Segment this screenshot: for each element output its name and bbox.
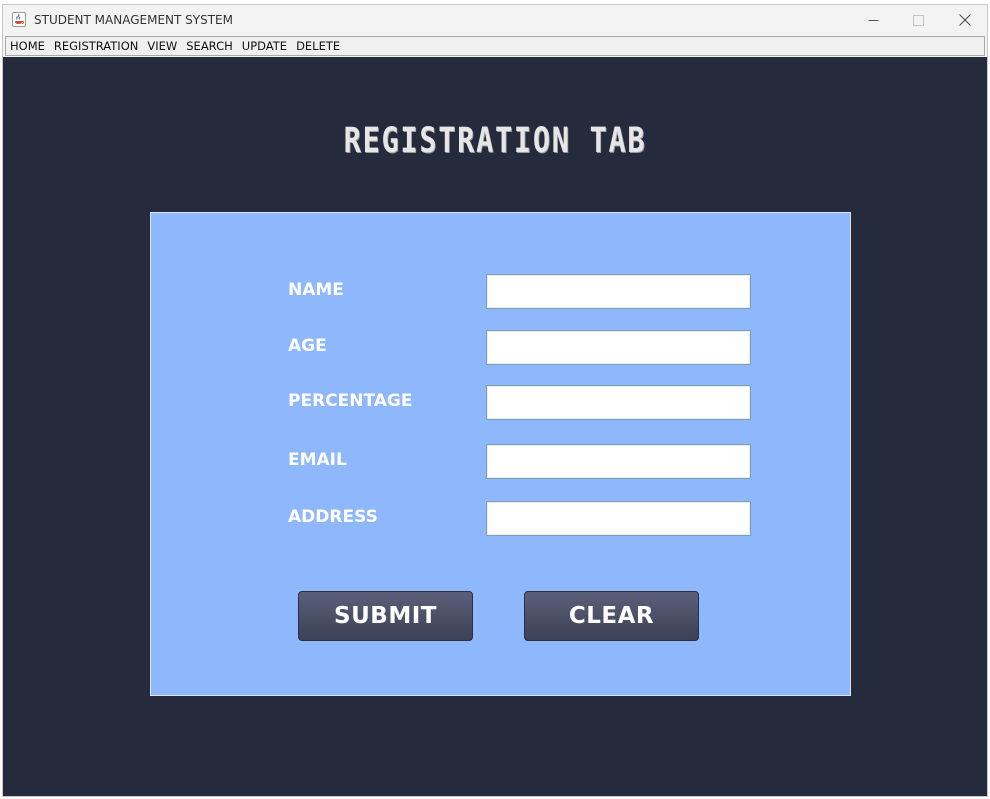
maximize-button[interactable] [896, 5, 941, 35]
app-window: STUDENT MANAGEMENT SYSTEM HOME REGISTRAT… [2, 4, 988, 797]
address-input[interactable] [486, 501, 751, 536]
maximize-icon [913, 11, 924, 30]
java-cup-icon [12, 12, 26, 27]
registration-form-panel: NAME AGE PERCENTAGE EMAIL ADDRESS SUBMIT… [150, 212, 851, 696]
email-label: EMAIL [288, 450, 347, 470]
menu-search[interactable]: SEARCH [186, 37, 233, 55]
page-heading: REGISTRATION TAB [343, 121, 647, 161]
menu-registration[interactable]: REGISTRATION [54, 37, 138, 55]
age-input[interactable] [486, 330, 751, 365]
address-label: ADDRESS [288, 507, 378, 527]
name-input[interactable] [486, 274, 751, 309]
close-icon [958, 11, 971, 30]
name-label: NAME [288, 280, 344, 300]
menu-delete[interactable]: DELETE [296, 37, 340, 55]
submit-button[interactable]: SUBMIT [298, 591, 473, 641]
content-area: REGISTRATION TAB NAME AGE PERCENTAGE EMA… [3, 57, 987, 796]
age-label: AGE [288, 336, 327, 356]
window-title: STUDENT MANAGEMENT SYSTEM [34, 13, 233, 27]
minimize-icon [868, 11, 879, 30]
close-button[interactable] [942, 5, 987, 35]
menu-bar: HOME REGISTRATION VIEW SEARCH UPDATE DEL… [5, 36, 985, 56]
clear-button[interactable]: CLEAR [524, 591, 699, 641]
percentage-label: PERCENTAGE [288, 391, 413, 411]
minimize-button[interactable] [851, 5, 896, 35]
menu-update[interactable]: UPDATE [242, 37, 287, 55]
percentage-input[interactable] [486, 385, 751, 420]
menu-view[interactable]: VIEW [147, 37, 177, 55]
email-input[interactable] [486, 444, 751, 479]
title-bar[interactable]: STUDENT MANAGEMENT SYSTEM [3, 5, 987, 35]
menu-home[interactable]: HOME [10, 37, 45, 55]
